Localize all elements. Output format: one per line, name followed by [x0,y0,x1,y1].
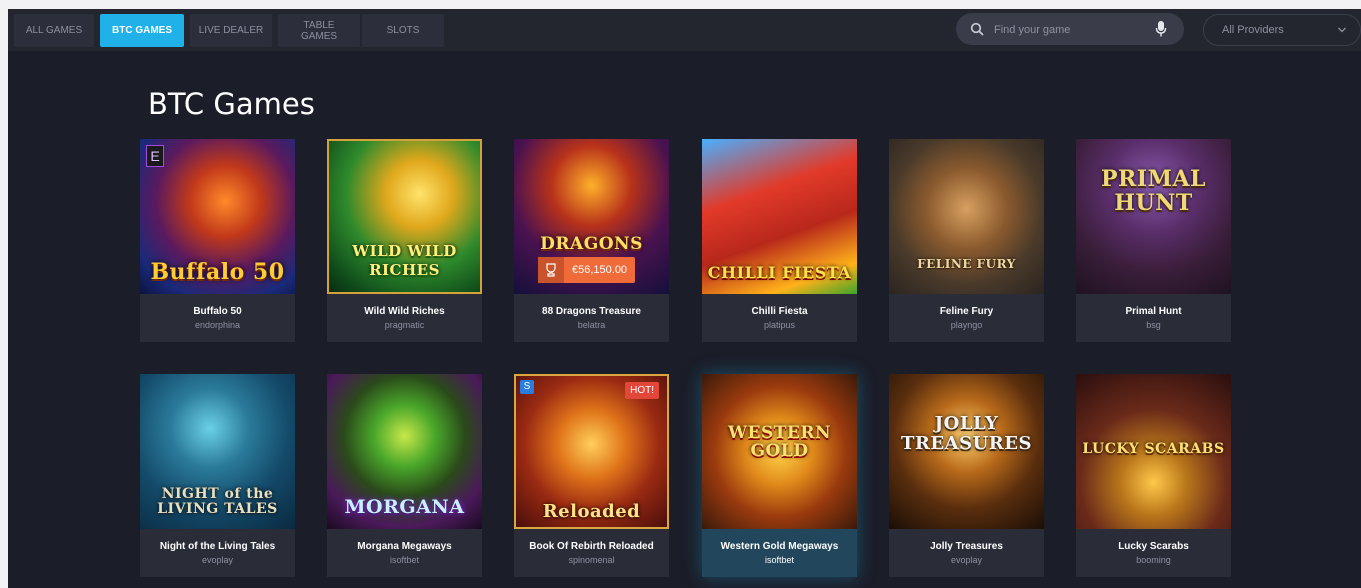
game-name: Wild Wild Riches [364,306,445,317]
game-card-lucky-scarabs[interactable]: LUCKY SCARABS Lucky Scarabs booming [1076,374,1231,577]
game-provider: isoftbet [764,555,795,565]
tab-table-games[interactable]: TABLE GAMES [278,14,360,47]
provider-logo-icon: E [146,145,164,167]
providers-dropdown-label: All Providers [1222,24,1284,36]
game-provider: isoftbet [389,555,420,565]
game-card-western-gold-megaways[interactable]: WESTERN GOLD Western Gold Megaways isoft… [702,374,857,577]
category-navbar: ALL GAMES BTC GAMES LIVE DEALER TABLE GA… [8,9,1361,51]
tab-slots[interactable]: SLOTS [362,14,444,47]
game-thumbnail: FELINE FURY [889,139,1044,294]
game-provider: platipus [763,320,796,330]
game-art-title: NIGHT of the LIVING TALES [157,486,278,517]
jackpot-amount: €56,150.00 [572,264,628,276]
game-art-title: CHILLI FIESTA [707,263,852,282]
game-card-morgana-megaways[interactable]: MORGANA Morgana Megaways isoftbet [327,374,482,577]
game-provider: booming [1136,555,1171,565]
hot-badge: HOT! [625,382,659,399]
game-card-jolly-treasures[interactable]: JOLLY TREASURES Jolly Treasures evoplay [889,374,1044,577]
search-icon [970,22,984,36]
game-art-title: MORGANA [344,496,465,518]
game-name: Lucky Scarabs [1118,541,1189,552]
tab-btc-games[interactable]: BTC GAMES [100,14,184,47]
game-card-feline-fury[interactable]: FELINE FURY Feline Fury playngo [889,139,1044,342]
game-provider: pragmatic [384,320,425,330]
game-card-chilli-fiesta[interactable]: CHILLI FIESTA Chilli Fiesta platipus [702,139,857,342]
game-card-book-of-rebirth-reloaded[interactable]: S HOT! Reloaded Book Of Rebirth Reloaded… [514,374,669,577]
game-art-title: WESTERN GOLD [727,423,832,461]
game-card-wild-wild-riches[interactable]: WILD WILD RICHES Wild Wild Riches pragma… [327,139,482,342]
game-name: Jolly Treasures [930,541,1003,552]
game-thumbnail: WILD WILD RICHES [327,139,482,294]
window-frame-top [0,0,1361,9]
chevron-down-icon [1338,27,1346,33]
game-name: Western Gold Megaways [720,541,839,552]
game-provider: belatra [577,320,606,330]
game-name: Buffalo 50 [193,306,242,317]
jackpot-badge: €56,150.00 [538,257,636,283]
game-name: Night of the Living Tales [159,541,276,552]
game-thumbnail: NIGHT of the LIVING TALES [140,374,295,529]
provider-logo-icon: S [520,380,534,394]
game-provider: evoplay [201,555,234,565]
game-provider: evoplay [950,555,983,565]
window-frame-left [0,0,8,588]
game-thumbnail: PRIMAL HUNT [1076,139,1231,294]
game-art-title: Buffalo 50 [150,259,285,285]
game-thumbnail: S HOT! Reloaded [514,374,669,529]
tab-live-dealer[interactable]: LIVE DEALER [190,14,272,47]
game-card-night-of-the-living-tales[interactable]: NIGHT of the LIVING TALES Night of the L… [140,374,295,577]
game-thumbnail: DRAGONS €56,150.00 [514,139,669,294]
page-title: BTC Games [148,87,315,121]
trophy-icon [538,257,564,283]
game-name: Feline Fury [939,306,994,317]
game-provider: playngo [950,320,983,330]
game-art-title: LUCKY SCARABS [1082,441,1225,457]
game-art-title: PRIMAL HUNT [1100,166,1206,216]
game-art-title: Reloaded [542,501,641,522]
game-thumbnail: LUCKY SCARABS [1076,374,1231,529]
game-thumbnail: MORGANA [327,374,482,529]
game-provider: bsg [1146,320,1161,330]
microphone-icon[interactable] [1155,20,1167,38]
game-card-primal-hunt[interactable]: PRIMAL HUNT Primal Hunt bsg [1076,139,1231,342]
game-card-buffalo-50[interactable]: E Buffalo 50 Buffalo 50 endorphina [140,139,295,342]
game-thumbnail: WESTERN GOLD [702,374,857,529]
game-name: Chilli Fiesta [751,306,808,317]
game-provider: spinomenal [568,555,615,565]
game-thumbnail: JOLLY TREASURES [889,374,1044,529]
game-art-title: DRAGONS [540,234,643,254]
game-art-title: JOLLY TREASURES [901,413,1032,454]
game-thumbnail: E Buffalo 50 [140,139,295,294]
game-name: Book Of Rebirth Reloaded [529,541,654,552]
tab-all-games[interactable]: ALL GAMES [14,14,94,47]
game-card-88-dragons-treasure[interactable]: DRAGONS €56,150.00 88 Dragons Treasure b… [514,139,669,342]
game-name: Morgana Megaways [357,541,452,552]
game-provider: endorphina [194,320,241,330]
search-input[interactable] [992,20,1146,40]
game-thumbnail: CHILLI FIESTA [702,139,857,294]
game-art-title: WILD WILD RICHES [352,242,457,279]
providers-dropdown[interactable]: All Providers [1203,14,1361,46]
game-name: Primal Hunt [1125,306,1182,317]
game-name: 88 Dragons Treasure [542,306,641,317]
game-search[interactable] [956,13,1184,45]
game-art-title: FELINE FURY [917,257,1016,271]
